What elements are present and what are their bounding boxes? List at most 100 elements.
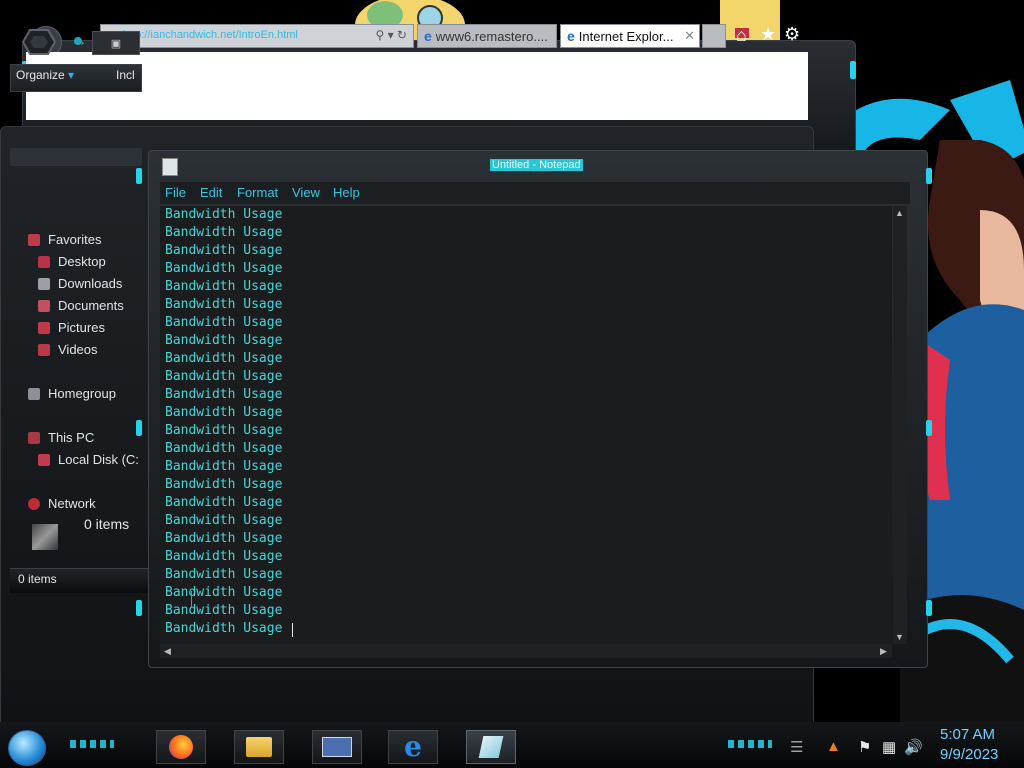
text-line: Bandwidth Usage — [165, 459, 283, 474]
text-line: Bandwidth Usage — [165, 513, 283, 528]
folder-thumb-icon: ▣ — [110, 37, 122, 50]
text-line: Bandwidth Usage — [165, 387, 283, 402]
text-line: Bandwidth Usage — [165, 585, 283, 600]
clock-time[interactable]: 5:07 AM — [940, 726, 995, 743]
text-line: Bandwidth Usage — [165, 243, 283, 258]
search-refresh-icon[interactable]: ⚲ ▾ ↻ — [375, 28, 407, 42]
clock-date[interactable]: 9/9/2023 — [940, 746, 998, 763]
documents-icon — [38, 299, 50, 312]
notepad-icon — [478, 736, 504, 758]
taskbar-firefox[interactable] — [156, 730, 206, 764]
editor-text[interactable]: Bandwidth Usage Bandwidth Usage Bandwidth … — [165, 206, 885, 638]
horizontal-scrollbar[interactable] — [160, 644, 892, 658]
new-tab-button[interactable] — [702, 24, 726, 48]
text-line: Bandwidth Usage — [165, 351, 283, 366]
network-icon — [28, 497, 40, 510]
star-icon — [28, 233, 40, 246]
scroll-left-icon[interactable]: ◀ — [164, 646, 171, 657]
text-line: Bandwidth Usage — [165, 369, 283, 384]
taskbar-file-explorer[interactable] — [234, 730, 284, 764]
internet-explorer-icon: e — [404, 730, 422, 763]
browser-content[interactable] — [26, 52, 808, 120]
taskbar-internet-explorer[interactable]: e — [388, 730, 438, 764]
close-icon[interactable]: ✕ — [684, 28, 695, 44]
nav-this-pc[interactable]: This PC — [28, 430, 94, 445]
organize-button[interactable]: Organize ▾ — [16, 68, 74, 82]
desktop-icon — [38, 255, 50, 268]
hexagon-logo-icon — [22, 29, 56, 55]
action-center-flag-icon[interactable]: ⚑ — [858, 738, 871, 756]
computer-icon — [28, 431, 40, 444]
taskbar-decoration — [70, 740, 114, 748]
chevron-down-icon: ▾ — [68, 68, 75, 82]
menu-view[interactable]: View — [292, 185, 320, 200]
text-caret — [292, 623, 293, 637]
text-line: Bandwidth Usage — [165, 495, 283, 510]
text-line: Bandwidth Usage — [165, 531, 283, 546]
menu-file[interactable]: File — [165, 185, 186, 200]
control-panel-icon — [322, 737, 352, 757]
videos-icon — [38, 343, 50, 356]
frame-accent — [926, 420, 932, 436]
items-count: 0 items — [84, 516, 130, 532]
nav-local-disk[interactable]: Local Disk (C: — [38, 452, 139, 467]
frame-accent — [926, 600, 932, 616]
scroll-right-icon[interactable]: ▶ — [880, 646, 887, 657]
text-line: Bandwidth Usage — [165, 405, 283, 420]
text-line: Bandwidth Usage — [165, 333, 283, 348]
text-line: Bandwidth Usage — [165, 603, 283, 618]
nav-favorites[interactable]: Favorites — [28, 232, 101, 247]
address-bar[interactable]: e http://ianchandwich.net/IntroEn.html ⚲… — [100, 24, 414, 48]
nav-desktop[interactable]: Desktop — [38, 254, 106, 269]
frame-accent — [136, 600, 142, 616]
start-button[interactable] — [8, 730, 46, 766]
tab-label: www6.remastero.... — [435, 28, 548, 44]
home-icon[interactable]: ⌂ — [736, 25, 747, 46]
pictures-icon — [38, 321, 50, 334]
folder-preview-icon — [32, 524, 58, 550]
menu-help[interactable]: Help — [333, 185, 360, 200]
ie-tab-icon: e — [567, 28, 575, 44]
show-hidden-icons-icon[interactable]: ☰ — [790, 738, 803, 756]
homegroup-icon — [28, 387, 40, 400]
text-line: Bandwidth Usage — [165, 207, 283, 222]
text-line: Bandwidth Usage — [165, 315, 283, 330]
vertical-scrollbar[interactable] — [893, 206, 907, 644]
nav-homegroup[interactable]: Homegroup — [28, 386, 116, 401]
speaker-icon[interactable]: 🔊 — [904, 738, 923, 756]
menu-format[interactable]: Format — [237, 185, 278, 200]
text-line: Bandwidth Usage — [165, 477, 283, 492]
text-line: Bandwidth Usage — [165, 297, 283, 312]
star-icon[interactable]: ★ — [760, 24, 776, 45]
selected-highlight — [10, 148, 142, 166]
tab-label: Internet Explor... — [578, 28, 674, 44]
frame-accent — [136, 168, 142, 184]
window-title: Untitled - Notepad — [490, 159, 583, 171]
include-in-library-button[interactable]: Incl — [116, 68, 135, 82]
nav-documents[interactable]: Documents — [38, 298, 124, 313]
java-update-icon[interactable]: ▲ — [826, 738, 841, 755]
nav-videos[interactable]: Videos — [38, 342, 98, 357]
nav-back-button[interactable] — [74, 37, 82, 45]
scroll-down-icon[interactable]: ▼ — [895, 632, 904, 642]
text-line: Bandwidth Usage — [165, 441, 283, 456]
scroll-up-icon[interactable]: ▲ — [895, 208, 904, 218]
downloads-icon — [38, 277, 50, 290]
nav-network[interactable]: Network — [28, 496, 96, 511]
text-line: Bandwidth Usage — [165, 279, 283, 294]
network-tray-icon[interactable]: ▦ — [882, 738, 896, 756]
nav-pictures[interactable]: Pictures — [38, 320, 105, 335]
nav-downloads[interactable]: Downloads — [38, 276, 122, 291]
breadcrumb[interactable]: ▣ — [92, 31, 140, 55]
taskbar-notepad[interactable] — [466, 730, 516, 764]
gear-icon[interactable]: ⚙ — [784, 24, 800, 45]
browser-tab-1[interactable]: e www6.remastero.... — [417, 24, 557, 48]
browser-tab-2[interactable]: e Internet Explor... ✕ — [560, 24, 700, 48]
ibeam-cursor-icon — [191, 591, 192, 607]
frame-accent — [850, 61, 856, 79]
taskbar-control-panel[interactable] — [312, 730, 362, 764]
address-url[interactable]: http://ianchandwich.net/IntroEn.html — [123, 29, 303, 41]
folder-icon — [246, 737, 272, 757]
ie-tab-icon: e — [424, 28, 432, 44]
menu-edit[interactable]: Edit — [200, 185, 222, 200]
